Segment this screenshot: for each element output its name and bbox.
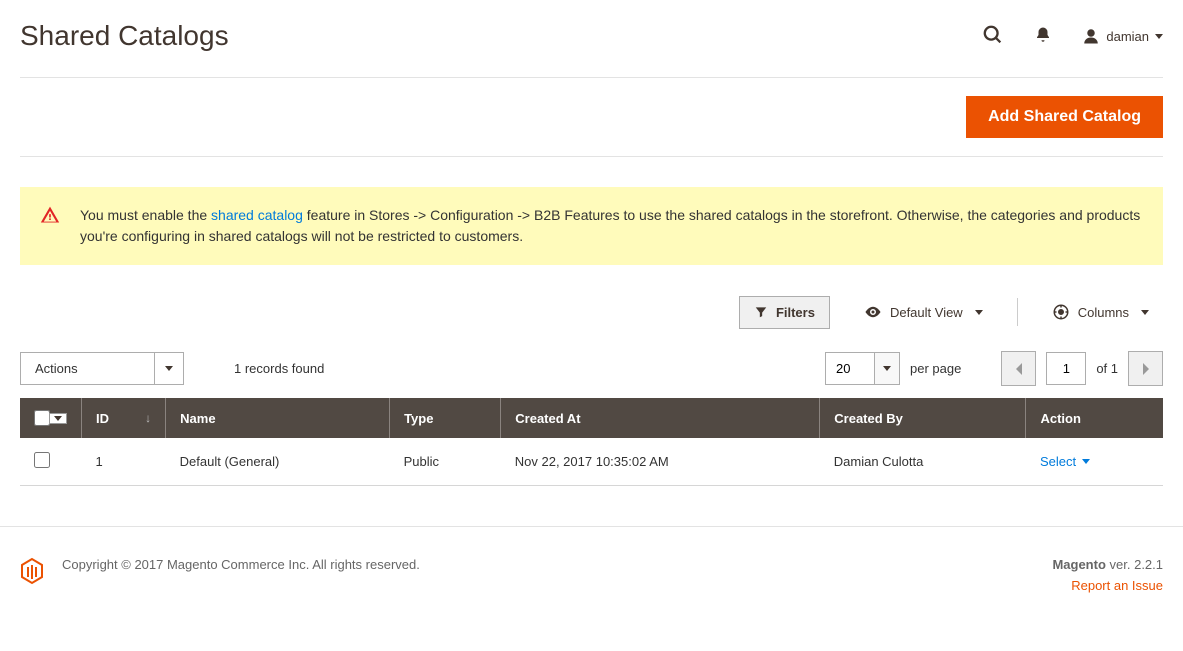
grid-controls-top: Filters Default View Columns (20, 285, 1163, 339)
bell-icon[interactable] (1034, 26, 1052, 47)
notice-text: You must enable the shared catalog featu… (80, 205, 1143, 247)
chevron-down-icon (1155, 34, 1163, 39)
of-pages: of 1 (1096, 361, 1118, 376)
chevron-down-icon (1082, 459, 1090, 464)
prev-page-button[interactable] (1001, 351, 1036, 386)
page-title: Shared Catalogs (20, 20, 982, 52)
grid-controls-bottom: Actions 1 records found per page of 1 (20, 339, 1163, 398)
footer: Copyright © 2017 Magento Commerce Inc. A… (0, 526, 1183, 623)
search-icon[interactable] (982, 24, 1004, 49)
cell-created-by: Damian Culotta (820, 438, 1026, 486)
next-page-button[interactable] (1128, 351, 1163, 386)
add-shared-catalog-button[interactable]: Add Shared Catalog (966, 96, 1163, 138)
magento-logo-icon (20, 557, 44, 588)
records-found: 1 records found (234, 361, 324, 376)
col-checkbox[interactable] (20, 398, 82, 438)
cell-created-at: Nov 22, 2017 10:35:02 AM (501, 438, 820, 486)
page-number-input[interactable] (1046, 352, 1086, 385)
report-issue-link[interactable]: Report an Issue (1052, 578, 1163, 593)
col-name[interactable]: Name (166, 398, 390, 438)
cell-id: 1 (82, 438, 166, 486)
cell-type: Public (390, 438, 501, 486)
select-all-dropdown[interactable] (49, 413, 67, 424)
chevron-down-icon (975, 310, 983, 315)
user-menu[interactable]: damian (1082, 27, 1163, 45)
per-page-label: per page (910, 361, 961, 376)
page-size-dropdown[interactable] (875, 352, 900, 385)
page-size-input[interactable] (825, 352, 875, 385)
col-type[interactable]: Type (390, 398, 501, 438)
chevron-down-icon[interactable] (155, 352, 184, 385)
chevron-down-icon (1141, 310, 1149, 315)
cell-name: Default (General) (166, 438, 390, 486)
col-action: Action (1026, 398, 1163, 438)
col-created-by[interactable]: Created By (820, 398, 1026, 438)
pagination: per page of 1 (825, 351, 1163, 386)
footer-copyright: Copyright © 2017 Magento Commerce Inc. A… (62, 557, 1034, 572)
data-grid: ID↓ Name Type Created At Created By Acti… (20, 398, 1163, 486)
col-id[interactable]: ID↓ (82, 398, 166, 438)
filters-button[interactable]: Filters (739, 296, 830, 329)
shared-catalog-link[interactable]: shared catalog (211, 207, 303, 223)
columns-button[interactable]: Columns (1038, 295, 1163, 329)
table-row: 1 Default (General) Public Nov 22, 2017 … (20, 438, 1163, 486)
page-header: Shared Catalogs damian (20, 0, 1163, 77)
row-checkbox[interactable] (34, 452, 50, 468)
default-view-button[interactable]: Default View (850, 295, 997, 329)
user-name: damian (1106, 29, 1149, 44)
notice-banner: You must enable the shared catalog featu… (20, 187, 1163, 265)
row-action-select[interactable]: Select (1040, 454, 1090, 469)
actions-dropdown[interactable]: Actions (20, 352, 184, 385)
select-all-checkbox[interactable] (34, 410, 50, 426)
warning-icon (40, 205, 60, 247)
toolbar: Add Shared Catalog (20, 77, 1163, 157)
col-created-at[interactable]: Created At (501, 398, 820, 438)
